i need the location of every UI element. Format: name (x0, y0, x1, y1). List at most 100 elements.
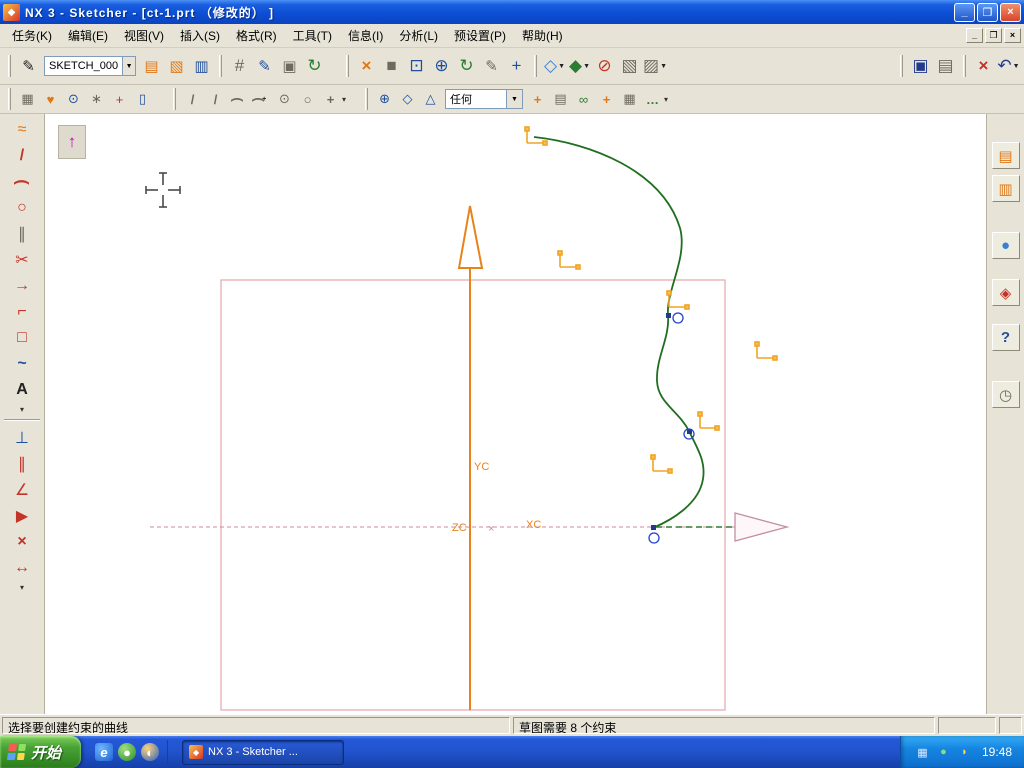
toolbar-grip[interactable] (900, 55, 903, 77)
line-tool-icon[interactable]: / (181, 89, 204, 110)
auto-constraint-icon[interactable]: ∥ (7, 451, 38, 477)
pin-icon[interactable]: + (526, 89, 549, 110)
menu-analysis[interactable]: 分析(L) (391, 24, 446, 47)
history-clock-icon[interactable]: ◷ (991, 381, 1020, 408)
save-icon[interactable]: ▣ (908, 54, 933, 79)
arc-tool-icon[interactable]: ( (227, 89, 250, 110)
sketch-icon[interactable]: ✎ (16, 54, 41, 79)
inferred-line-icon[interactable]: / (204, 89, 227, 110)
snap-toolbar-overflow[interactable]: ▾ (664, 93, 668, 105)
plus-tool-icon[interactable]: + (595, 89, 618, 110)
orient-view-button[interactable]: ↑ (58, 125, 86, 159)
print-icon[interactable]: ▤ (933, 54, 958, 79)
studio-spline-icon[interactable]: ~ (7, 351, 38, 377)
tools-icon[interactable]: ∗ (85, 89, 108, 110)
point-tool-icon[interactable]: + (319, 89, 342, 110)
shaded-view-icon[interactable]: ◆ ▼ (567, 54, 592, 79)
menu-edit[interactable]: 编辑(E) (60, 24, 116, 47)
finish-sketch-icon[interactable]: × (354, 54, 379, 79)
menu-format[interactable]: 格式(R) (228, 24, 285, 47)
toolbar-grip[interactable] (173, 88, 176, 110)
browser-quick-launch-icon[interactable]: ◐ (141, 743, 160, 761)
delete-icon[interactable]: × (971, 54, 996, 79)
toolbar-grip[interactable] (8, 55, 11, 77)
menu-preferences[interactable]: 预设置(P) (446, 24, 514, 47)
update-model-icon[interactable]: ▤ (139, 54, 164, 79)
menu-tools[interactable]: 工具(T) (285, 24, 340, 47)
sketch-canvas[interactable]: YC XC ZC × ↑ (45, 114, 986, 714)
face-view-icon[interactable]: ▨ ▼ (642, 54, 668, 79)
antivirus-tray-icon[interactable]: ● (936, 745, 951, 760)
snap-type-combobox[interactable]: 任何 ▼ (445, 89, 524, 109)
roles-icon[interactable]: ◈ (991, 279, 1020, 306)
toolbar-grip[interactable] (963, 55, 966, 77)
taskbar-task-button[interactable]: ◆ NX 3 - Sketcher ... (182, 739, 345, 765)
toolbar-grip[interactable] (219, 55, 222, 77)
minimize-button[interactable]: _ (954, 2, 975, 22)
wireframe-view-icon[interactable]: ◇ ▼ (542, 54, 567, 79)
fillet-icon[interactable]: ⌐ (7, 299, 38, 325)
menu-view[interactable]: 视图(V) (116, 24, 172, 47)
notebook-icon[interactable]: ▧ (164, 54, 189, 79)
gray-cube-icon[interactable]: ▧ (617, 54, 642, 79)
dots-tool-icon[interactable]: … (641, 89, 664, 110)
pan-icon[interactable]: + (504, 54, 529, 79)
left-toolbar-overflow2[interactable]: ▾ (20, 581, 24, 593)
snap-grid-icon[interactable]: # (227, 54, 252, 79)
reattach-icon[interactable]: ▥ (189, 54, 214, 79)
chevron-down-icon[interactable]: ▼ (506, 90, 523, 108)
quick-trim-icon[interactable]: ✂ (7, 247, 38, 273)
menu-task[interactable]: 任务(K) (4, 24, 60, 47)
point-constructor-icon[interactable]: + (108, 89, 131, 110)
three-point-arc-icon[interactable]: (+ (250, 89, 273, 110)
grid-tool-icon[interactable]: ▦ (618, 89, 641, 110)
arc-icon[interactable]: ( (7, 169, 38, 195)
help-icon[interactable]: ? (991, 324, 1020, 351)
input-method-icon[interactable]: ▦ (915, 745, 930, 760)
close-button[interactable]: × (1000, 2, 1021, 22)
menu-information[interactable]: 信息(I) (340, 24, 391, 47)
snap-midpoint-icon[interactable]: △ (419, 89, 442, 110)
profile-grid-icon[interactable]: ▦ (16, 89, 39, 110)
spline-curve[interactable] (533, 136, 705, 528)
taskbar-clock[interactable]: 19:48 (982, 745, 1012, 759)
line-icon[interactable]: / (7, 143, 38, 169)
derived-lines-icon[interactable]: ∥ (7, 221, 38, 247)
ie-quick-launch-icon[interactable]: e (95, 743, 114, 761)
volume-tray-icon[interactable]: ◗ (957, 745, 972, 760)
circle-center-icon[interactable]: ⊙ (273, 89, 296, 110)
refresh-icon[interactable]: ↻ (454, 54, 479, 79)
no-selection-icon[interactable]: ⊘ (592, 54, 617, 79)
create-constraint-icon[interactable]: ⊥ (7, 425, 38, 451)
snap-endpoint-icon[interactable]: ◇ (396, 89, 419, 110)
layers-icon[interactable]: ▤ (549, 89, 572, 110)
menu-help[interactable]: 帮助(H) (514, 24, 571, 47)
find-zoom-icon[interactable]: ⊙ (62, 89, 85, 110)
copy-sheet-icon[interactable]: ▣ (277, 54, 302, 79)
expression-icon[interactable]: ▯ (131, 89, 154, 110)
toolbar-grip[interactable] (365, 88, 369, 110)
rectangle-icon[interactable]: □ (7, 325, 38, 351)
circle-tool-icon[interactable]: ○ (296, 89, 319, 110)
zoom-window-icon[interactable]: ⊡ (404, 54, 429, 79)
dimensions-icon[interactable]: ↔ (7, 555, 38, 581)
display-shade-icon[interactable]: ■ (379, 54, 404, 79)
chevron-down-icon[interactable]: ▼ (122, 57, 135, 75)
show-constraints-icon[interactable]: ∠ (7, 477, 38, 503)
left-toolbar-overflow[interactable]: ▾ (20, 403, 24, 415)
spline-point[interactable] (666, 313, 671, 318)
curve-toolbar-overflow[interactable]: ▾ (342, 93, 346, 105)
menu-insert[interactable]: 插入(S) (172, 24, 228, 47)
cycle-icon[interactable]: ↻ (302, 54, 327, 79)
sketch-plane-border[interactable] (220, 279, 726, 711)
text-tool-icon[interactable]: A (7, 377, 38, 403)
messenger-quick-launch-icon[interactable]: ● (118, 743, 137, 761)
web-browser-icon[interactable]: ● (991, 232, 1020, 259)
edit-curve-icon[interactable]: ✎ (252, 54, 277, 79)
restore-button[interactable]: ❐ (977, 2, 998, 22)
snap-point-icon[interactable]: ⊕ (373, 89, 396, 110)
animate-dimension-icon[interactable]: ▶ (7, 503, 38, 529)
profile-tool-icon[interactable]: ≈ (7, 117, 38, 143)
spline-point[interactable] (651, 525, 656, 530)
mdi-close-button[interactable]: × (1004, 28, 1021, 43)
